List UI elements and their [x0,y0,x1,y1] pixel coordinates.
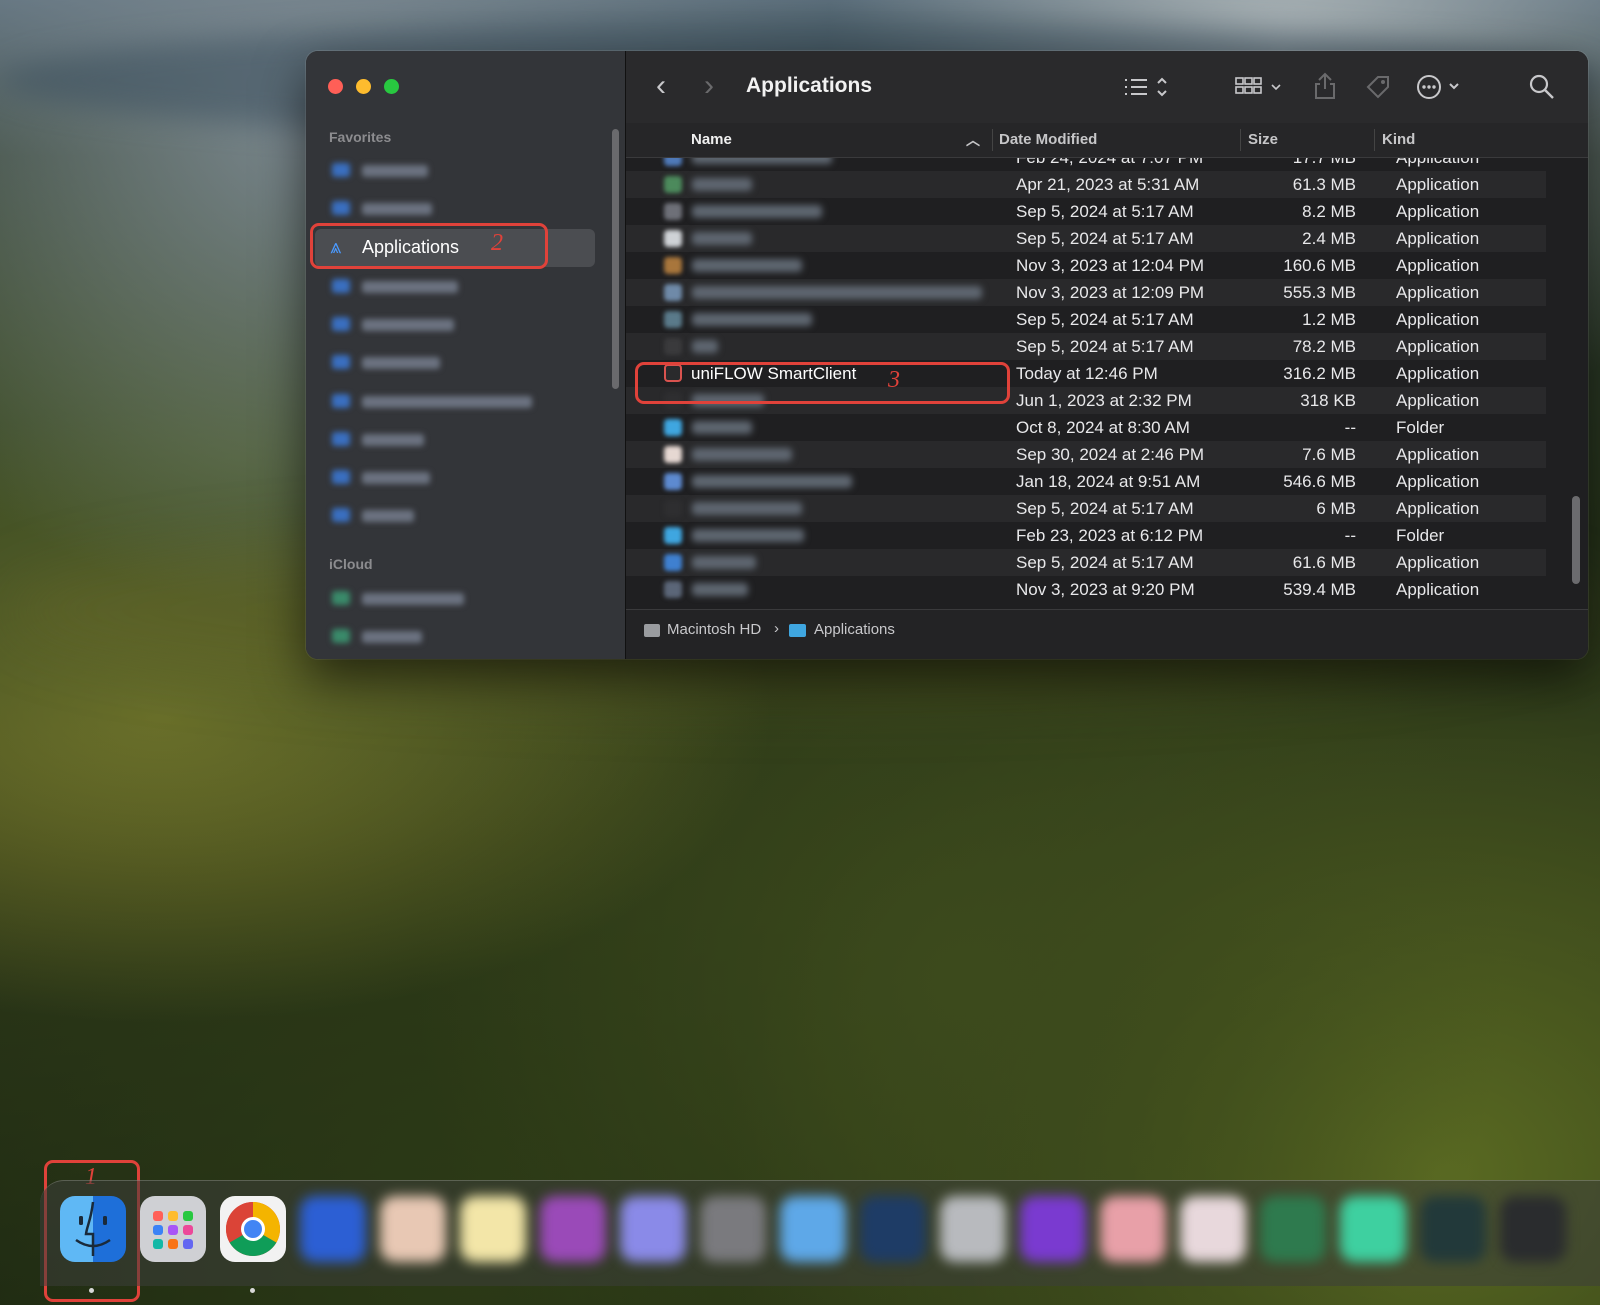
finder-icon[interactable] [60,1196,126,1262]
table-row[interactable]: Sep 5, 2024 at 5:17 AM 78.2 MB Applicati… [626,333,1546,360]
dock-app-icon[interactable] [1500,1196,1566,1262]
table-row[interactable]: Nov 3, 2023 at 9:20 PM 539.4 MB Applicat… [626,576,1546,603]
back-icon[interactable]: ‹ [656,69,666,103]
table-row[interactable]: Sep 5, 2024 at 5:17 AM 1.2 MB Applicatio… [626,306,1546,333]
path-separator: › [774,620,779,637]
finder-window: Favorites ⩓ Applications iCloud ‹ › Appl… [306,51,1588,659]
sidebar-item-blurred[interactable] [332,591,492,605]
favorites-header: Favorites [329,129,392,145]
column-header: Name ︿ Date Modified Size Kind [626,123,1588,158]
table-row[interactable]: Jan 18, 2024 at 9:51 AM 546.6 MB Applica… [626,468,1546,495]
dock-app-icon[interactable] [940,1196,1006,1262]
column-size[interactable]: Size [1248,131,1278,148]
sidebar: Favorites ⩓ Applications iCloud [306,51,626,659]
launchpad-icon[interactable] [140,1196,206,1262]
sidebar-item-blurred[interactable] [332,508,472,522]
sidebar-item-blurred[interactable] [332,163,452,177]
more-icon[interactable] [1416,73,1466,106]
zoom-button[interactable] [384,79,399,94]
table-row[interactable]: Sep 30, 2024 at 2:46 PM 7.6 MB Applicati… [626,441,1546,468]
sort-indicator-icon: ︿ [966,132,980,148]
dock-app-icon[interactable] [1180,1196,1246,1262]
path-folder[interactable]: Applications [814,621,895,638]
annotation-number: 2 [491,230,503,256]
disk-icon [644,624,660,637]
icloud-header: iCloud [329,556,373,572]
column-name[interactable]: Name [691,131,732,148]
table-row[interactable]: Feb 23, 2023 at 6:12 PM -- Folder [626,522,1546,549]
dock-app-icon[interactable] [1020,1196,1086,1262]
dock-app-icon[interactable] [780,1196,846,1262]
sidebar-item-blurred[interactable] [332,355,472,369]
annotation-number: 3 [888,367,900,393]
sidebar-item-blurred[interactable] [332,279,472,293]
dock-app-icon[interactable] [460,1196,526,1262]
table-row[interactable]: Sep 5, 2024 at 5:17 AM 6 MB Application [626,495,1546,522]
dock-app-icon[interactable] [1100,1196,1166,1262]
dock-app-icon[interactable] [1340,1196,1406,1262]
search-icon[interactable] [1528,73,1556,106]
window-title: Applications [746,74,873,97]
list-view-icon[interactable] [1123,75,1173,106]
file-list-scrollbar[interactable] [1572,496,1580,584]
sidebar-scrollbar[interactable] [612,129,619,389]
path-bar: Macintosh HD › Applications [626,609,1588,659]
table-row[interactable]: Nov 3, 2023 at 12:04 PM 160.6 MB Applica… [626,252,1546,279]
table-row[interactable]: Sep 5, 2024 at 5:17 AM 8.2 MB Applicatio… [626,198,1546,225]
dock-app-icon[interactable] [860,1196,926,1262]
chrome-icon[interactable] [220,1196,286,1262]
close-button[interactable] [328,79,343,94]
forward-icon[interactable]: › [704,69,714,103]
annotation-box-applications [310,223,548,269]
table-row[interactable]: Nov 3, 2023 at 12:09 PM 555.3 MB Applica… [626,279,1546,306]
sidebar-item-blurred[interactable] [332,432,472,446]
sidebar-item-blurred[interactable] [332,317,472,331]
running-indicator [250,1288,255,1293]
running-indicator [89,1288,94,1293]
dock-app-icon[interactable] [300,1196,366,1262]
share-icon[interactable] [1313,71,1337,106]
gallery-icon[interactable] [1234,75,1286,106]
table-row[interactable]: Sep 5, 2024 at 5:17 AM 2.4 MB Applicatio… [626,225,1546,252]
dock-app-icon[interactable] [380,1196,446,1262]
dock-app-icon[interactable] [1260,1196,1326,1262]
tag-icon[interactable] [1364,73,1392,106]
sidebar-item-blurred[interactable] [332,394,562,408]
folder-icon [789,624,806,637]
annotation-box-uniflow [635,362,1010,404]
table-row[interactable]: Oct 8, 2024 at 8:30 AM -- Folder [626,414,1546,441]
table-row[interactable]: Apr 21, 2023 at 5:31 AM 61.3 MB Applicat… [626,171,1546,198]
file-browser: ‹ › Applications Name ︿ Date Modified Si… [626,51,1588,659]
column-kind[interactable]: Kind [1382,131,1415,148]
dock-app-icon[interactable] [700,1196,766,1262]
sidebar-item-blurred[interactable] [332,470,472,484]
sidebar-item-blurred[interactable] [332,629,472,643]
table-row[interactable]: Feb 24, 2024 at 7:07 PM 17.7 MB Applicat… [626,158,1546,171]
dock-app-icon[interactable] [620,1196,686,1262]
sidebar-item-blurred[interactable] [332,201,452,215]
dock-app-icon[interactable] [1420,1196,1486,1262]
path-disk[interactable]: Macintosh HD [667,621,761,638]
dock-app-icon[interactable] [540,1196,606,1262]
toolbar: ‹ › Applications [626,51,1588,123]
column-date[interactable]: Date Modified [999,131,1097,148]
minimize-button[interactable] [356,79,371,94]
table-row[interactable]: Sep 5, 2024 at 5:17 AM 61.6 MB Applicati… [626,549,1546,576]
